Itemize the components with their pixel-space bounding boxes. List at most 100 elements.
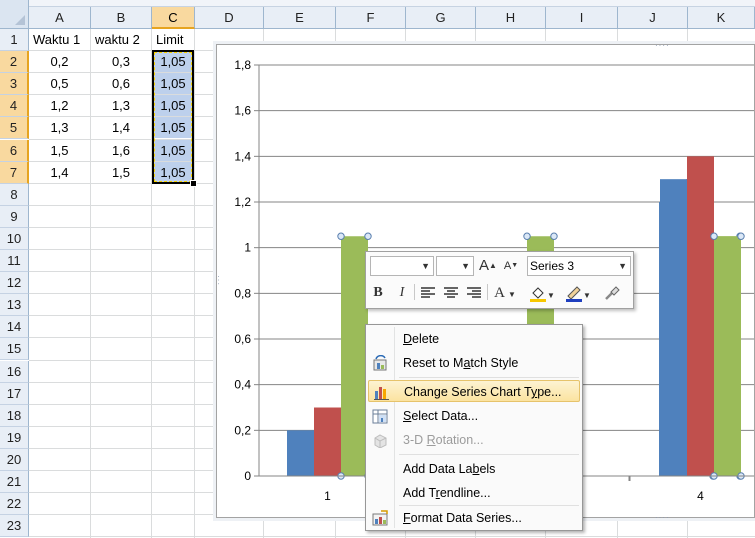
context-menu: Delete Reset to Match Style Change Serie… — [365, 324, 583, 531]
align-center-button[interactable] — [441, 283, 461, 303]
table-cell[interactable]: 1,4 — [91, 117, 151, 138]
chevron-down-icon[interactable]: ▼ — [461, 257, 470, 275]
paint-bucket-icon — [530, 287, 547, 302]
format-painter-button[interactable] — [602, 283, 622, 303]
row-header-20[interactable]: 20 — [0, 448, 29, 471]
column-header-g[interactable]: G — [406, 7, 476, 29]
table-cell[interactable]: 0,3 — [91, 51, 151, 72]
bar[interactable] — [687, 156, 714, 476]
header-cell[interactable]: waktu 2 — [91, 29, 152, 51]
column-header-i[interactable]: I — [546, 7, 618, 29]
series-selection-handle[interactable] — [550, 232, 558, 240]
row-header-9[interactable]: 9 — [0, 205, 29, 228]
series-selection-handle[interactable] — [737, 232, 745, 240]
header-cell[interactable]: Limit — [152, 29, 195, 51]
series-selection-handle[interactable] — [523, 232, 531, 240]
x-tick-label: 4 — [697, 489, 704, 503]
header-cell[interactable]: Waktu 1 — [29, 29, 91, 51]
row-header-17[interactable]: 17 — [0, 382, 29, 405]
row-header-16[interactable]: 16 — [0, 360, 29, 383]
row-header-3[interactable]: 3 — [0, 73, 29, 96]
table-cell[interactable]: 1,4 — [29, 162, 90, 183]
column-header-a[interactable]: A — [29, 7, 91, 29]
table-cell[interactable]: 1,3 — [29, 117, 90, 138]
row-header-8[interactable]: 8 — [0, 183, 29, 206]
table-cell[interactable]: 1,5 — [91, 162, 151, 183]
row-header-5[interactable]: 5 — [0, 117, 29, 140]
selection-range — [152, 50, 194, 184]
column-header-c[interactable]: C — [152, 7, 195, 29]
font-color-button[interactable]: A ▼ — [490, 283, 520, 303]
row-header-21[interactable]: 21 — [0, 471, 29, 493]
menu-item-reset-to-match-style[interactable]: Reset to Match Style — [368, 352, 580, 374]
align-left-button[interactable] — [418, 283, 438, 303]
row-header-6[interactable]: 6 — [0, 139, 29, 162]
menu-item-select-data[interactable]: Select Data... — [368, 405, 580, 427]
menu-item-add-trendline[interactable]: Add Trendline... — [368, 482, 580, 504]
y-tick-label: 1,6 — [234, 104, 251, 118]
italic-button[interactable]: I — [392, 283, 412, 303]
fill-color-button[interactable]: ▼ — [526, 283, 558, 303]
row-header-14[interactable]: 14 — [0, 316, 29, 339]
row-header-2[interactable]: 2 — [0, 51, 29, 74]
table-cell[interactable]: 1,3 — [91, 95, 151, 116]
bold-button[interactable]: B — [368, 283, 388, 303]
series-selection-handle[interactable] — [364, 232, 372, 240]
toolbar-separator — [487, 284, 488, 300]
column-header-f[interactable]: F — [336, 7, 406, 29]
font-name-box[interactable]: ▼ — [370, 256, 434, 276]
chart-resize-grip-left[interactable]: ··· — [214, 275, 223, 286]
column-header-b[interactable]: B — [91, 7, 152, 29]
row-header-11[interactable]: 11 — [0, 250, 29, 272]
align-right-button[interactable] — [464, 283, 484, 303]
shrink-font-button[interactable]: A▼ — [501, 256, 521, 276]
column-header-j[interactable]: J — [618, 7, 688, 29]
chart-element-selector[interactable]: Series 3 ▼ — [527, 256, 631, 276]
menu-item-format-data-series[interactable]: Format Data Series... — [368, 507, 580, 529]
bar[interactable] — [341, 236, 368, 476]
menu-item-change-series-chart-type[interactable]: Change Series Chart Type... — [368, 380, 580, 402]
row-header-15[interactable]: 15 — [0, 338, 29, 361]
row-header-7[interactable]: 7 — [0, 161, 29, 184]
bar[interactable] — [714, 236, 741, 476]
font-size-box[interactable]: ▼ — [436, 256, 474, 276]
row-header-23[interactable]: 23 — [0, 515, 29, 538]
grow-font-button[interactable]: A▲ — [478, 256, 498, 276]
column-header-e[interactable]: E — [264, 7, 336, 29]
bar[interactable] — [314, 407, 341, 477]
cube-icon — [374, 434, 387, 448]
table-cell[interactable]: 1,5 — [29, 140, 90, 161]
table-cell[interactable]: 1,2 — [29, 95, 90, 116]
row-header-22[interactable]: 22 — [0, 493, 29, 516]
column-header-d[interactable]: D — [195, 7, 264, 29]
column-header-h[interactable]: H — [476, 7, 546, 29]
row-gridline — [29, 536, 755, 538]
chart-resize-grip-bottom[interactable]: ···· — [655, 513, 670, 522]
row-header-18[interactable]: 18 — [0, 404, 29, 427]
align-right-icon — [467, 287, 481, 298]
bar[interactable] — [287, 430, 314, 476]
table-cell[interactable]: 0,2 — [29, 51, 90, 72]
row-header-19[interactable]: 19 — [0, 426, 29, 449]
table-cell[interactable]: 0,5 — [29, 73, 90, 94]
chevron-down-icon[interactable]: ▼ — [618, 257, 627, 275]
bar[interactable] — [660, 179, 687, 476]
menu-item-add-data-labels[interactable]: Add Data Labels — [368, 458, 580, 480]
series-selection-handle[interactable] — [710, 232, 718, 240]
row-header-1[interactable]: 1 — [0, 29, 29, 51]
row-header-4[interactable]: 4 — [0, 95, 29, 118]
series-selection-handle[interactable] — [337, 232, 345, 240]
table-cell[interactable]: 0,6 — [91, 73, 151, 94]
fill-handle[interactable] — [190, 180, 197, 187]
row-header-13[interactable]: 13 — [0, 294, 29, 317]
row-header-10[interactable]: 10 — [0, 227, 29, 250]
chart-resize-grip-top[interactable]: ···· — [655, 41, 670, 50]
row-header-12[interactable]: 12 — [0, 272, 29, 295]
chevron-down-icon[interactable]: ▼ — [421, 257, 430, 275]
table-cell[interactable]: 1,6 — [91, 140, 151, 161]
menu-item-delete[interactable]: Delete — [368, 328, 580, 350]
bold-icon: B — [373, 285, 383, 300]
outline-color-button[interactable]: ▼ — [562, 283, 594, 303]
select-all-corner[interactable] — [0, 0, 29, 29]
column-header-k[interactable]: K — [688, 7, 755, 29]
